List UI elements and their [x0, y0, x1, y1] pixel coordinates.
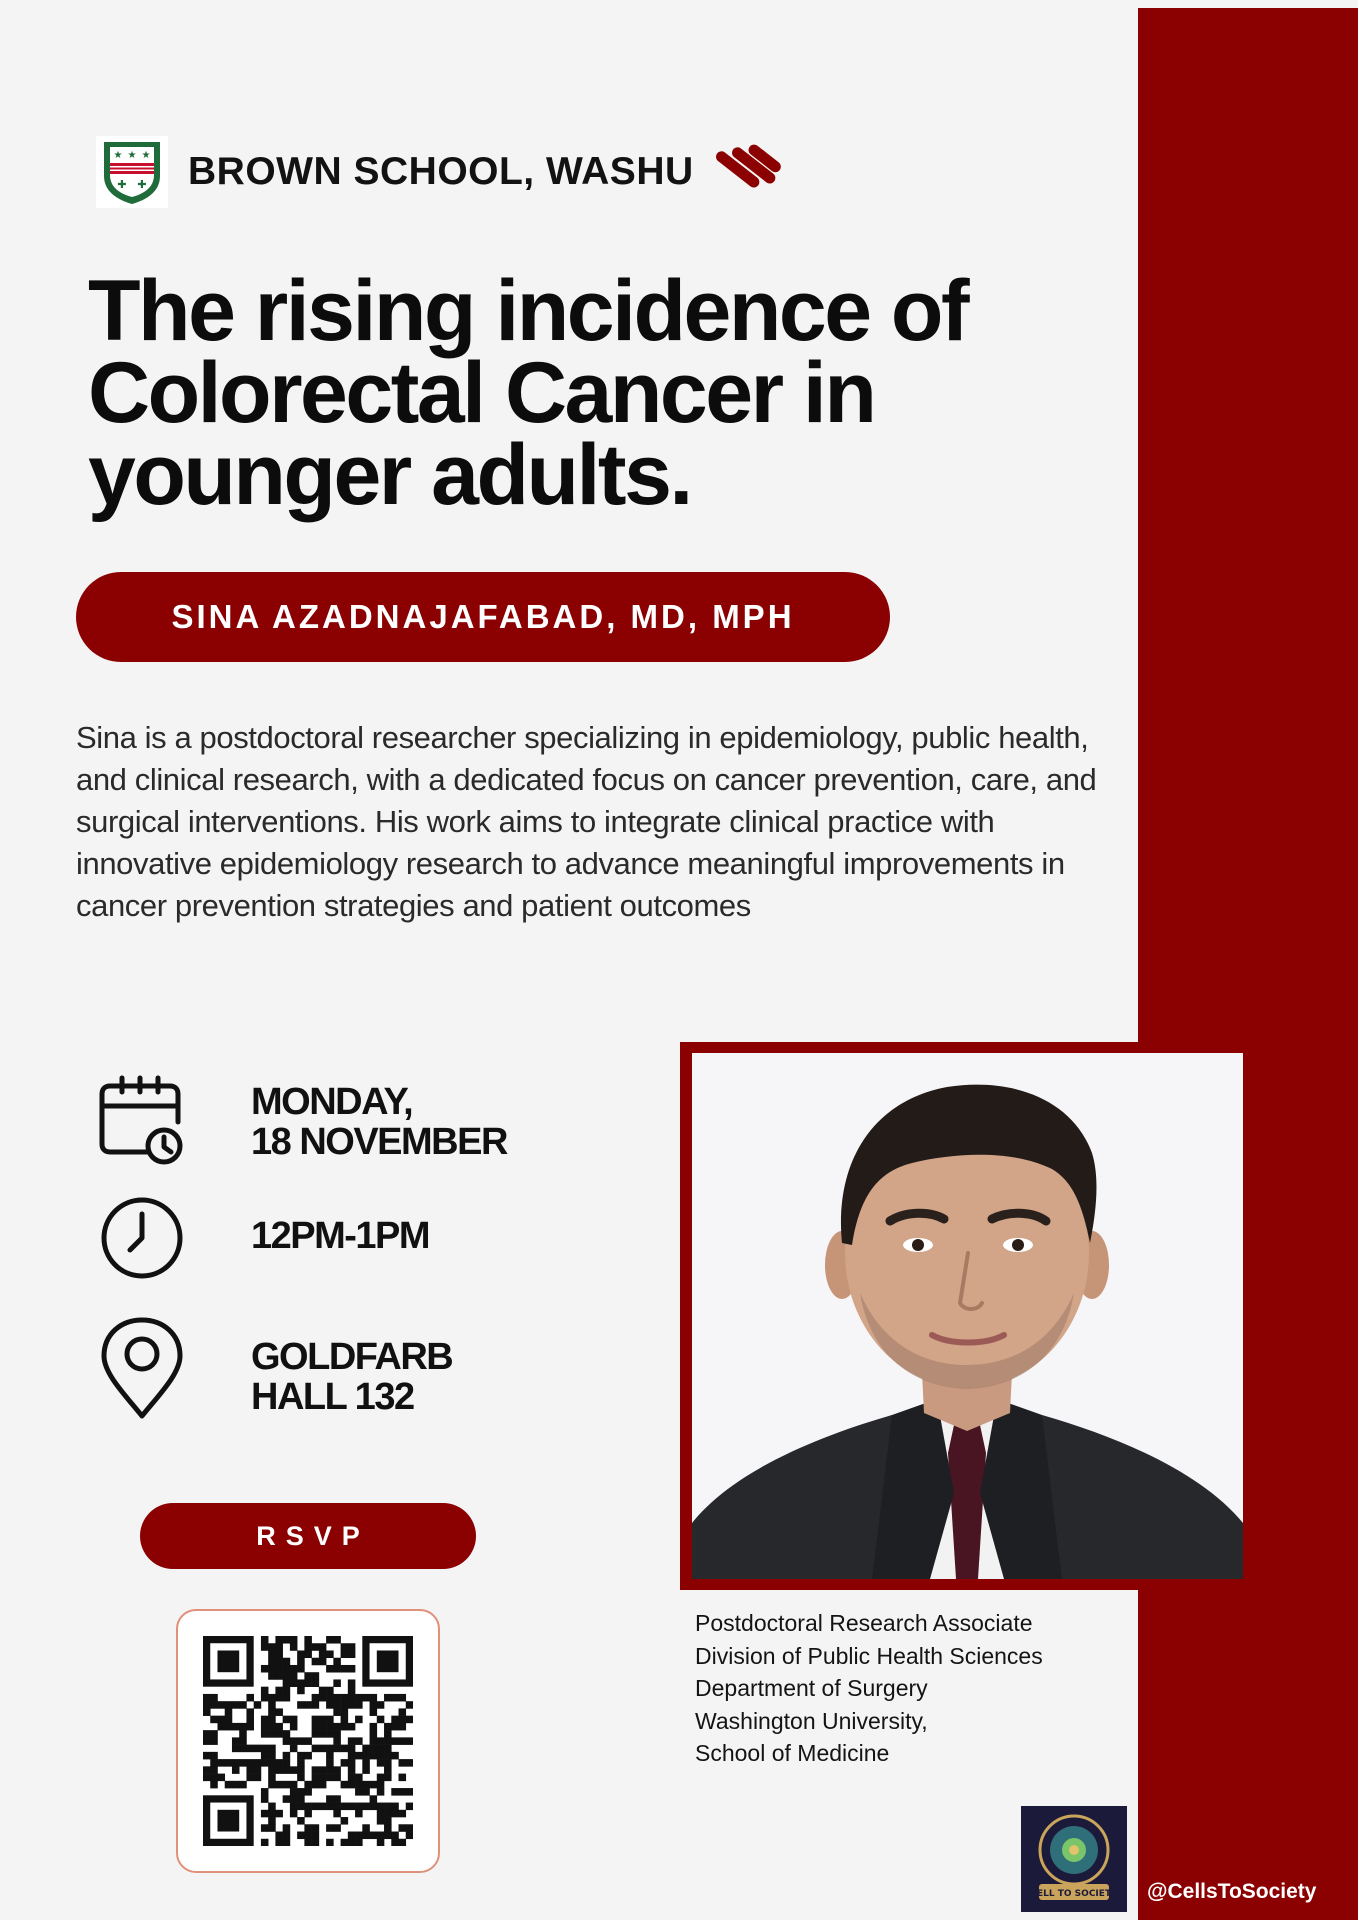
speaker-photo — [692, 1053, 1243, 1579]
university-crest-icon: ★ ★ ★ ✚ ✚ — [96, 136, 168, 208]
cells-to-society-logo: CELL TO SOCIETY — [1021, 1806, 1127, 1912]
event-date: MONDAY, 18 NOVEMBER — [251, 1081, 508, 1163]
calendar-clock-icon — [99, 1075, 183, 1165]
svg-text:✚: ✚ — [137, 178, 146, 191]
event-location-line1: GOLDFARB — [251, 1336, 454, 1378]
rsvp-button[interactable]: RSVP — [140, 1503, 476, 1569]
event-date-line1: MONDAY, — [251, 1081, 414, 1123]
affiliation-line: Postdoctoral Research Associate — [695, 1610, 1033, 1636]
right-accent-band — [1138, 8, 1358, 1920]
svg-text:★: ★ — [142, 150, 151, 161]
svg-text:★: ★ — [128, 150, 137, 161]
speaker-affiliation: Postdoctoral Research Associate Division… — [695, 1607, 1043, 1770]
speaker-name-banner: SINA AZADNAJAFABAD, MD, MPH — [76, 572, 890, 662]
clock-icon — [101, 1197, 183, 1279]
event-date-line2: 18 NOVEMBER — [251, 1121, 508, 1163]
affiliation-line: Division of Public Health Sciences — [695, 1642, 1043, 1669]
affiliation-line: School of Medicine — [695, 1740, 890, 1766]
cells-to-society-logo-icon: CELL TO SOCIETY — [1021, 1806, 1127, 1912]
social-handle[interactable]: @CellsToSociety — [1147, 1880, 1316, 1904]
affiliation-line: Washington University, — [695, 1707, 928, 1734]
qr-code[interactable] — [203, 1636, 413, 1846]
qr-code-card[interactable] — [176, 1609, 440, 1873]
speaker-portrait — [692, 1053, 1243, 1579]
header: ★ ★ ★ ✚ ✚ BROWN SCHOOL, WASHU — [96, 134, 790, 210]
svg-text:✚: ✚ — [117, 178, 126, 191]
event-location-line2: HALL 132 — [251, 1376, 415, 1418]
affiliation-line: Department of Surgery — [695, 1675, 928, 1701]
event-time: 12PM-1PM — [251, 1215, 431, 1257]
brand-stripes-icon — [715, 144, 781, 188]
school-name: BROWN SCHOOL, WASHU — [188, 150, 694, 193]
event-location: GOLDFARB HALL 132 — [251, 1336, 454, 1418]
svg-text:★: ★ — [114, 150, 123, 161]
event-title: The rising incidence of Colorectal Cance… — [88, 263, 970, 523]
speaker-bio: Sina is a postdoctoral researcher specia… — [76, 720, 1097, 923]
logo-text: CELL TO SOCIETY — [1030, 1889, 1118, 1899]
location-pin-icon — [101, 1317, 183, 1419]
